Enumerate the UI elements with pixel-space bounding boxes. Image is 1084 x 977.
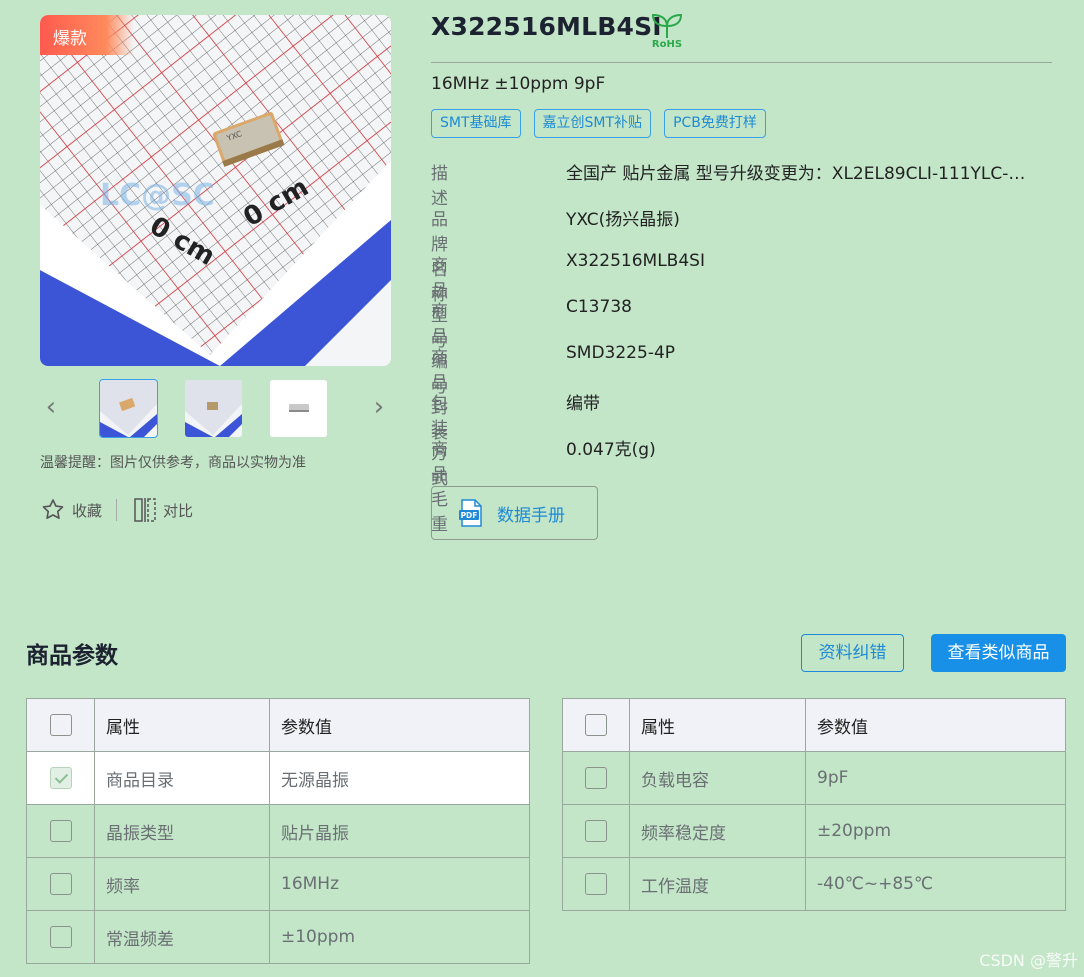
row-checkbox[interactable] — [585, 873, 607, 895]
table-row: 商品目录 无源晶振 — [26, 751, 530, 805]
table-row: 晶振类型 贴片晶振 — [26, 804, 530, 858]
favorite-button[interactable]: 收藏 — [40, 497, 102, 523]
thumbnail-1[interactable] — [99, 379, 158, 438]
compare-button[interactable]: 对比 — [133, 497, 193, 523]
column-header-attr: 属性 — [94, 698, 270, 752]
row-checkbox[interactable] — [585, 820, 607, 842]
row-checkbox[interactable] — [49, 767, 72, 789]
divider — [116, 499, 118, 521]
params-table-right: 属性 参数值 负载电容 9pF 频率稳定度 ±20ppm 工作温度 -40℃~+… — [562, 698, 1066, 911]
product-subtitle: 16MHz ±10ppm 9pF — [431, 74, 606, 94]
value-cell: 无源晶振 — [269, 751, 530, 805]
checkbox-cell — [26, 804, 95, 858]
chevron-left-icon[interactable]: ‹ — [40, 392, 62, 422]
value-cell: 9pF — [805, 751, 1066, 805]
view-similar-button[interactable]: 查看类似商品 — [931, 634, 1066, 672]
thumbnail-3[interactable] — [270, 380, 327, 437]
table-row: 工作温度 -40℃~+85℃ — [562, 857, 1066, 911]
rohs-label: RoHS — [651, 39, 683, 50]
tag-list: SMT基础库 嘉立创SMT补贴 PCB免费打样 — [431, 109, 779, 138]
tag-smt-library[interactable]: SMT基础库 — [431, 109, 521, 138]
thumbnail-image — [100, 380, 157, 437]
attr-cell: 常温频差 — [94, 910, 270, 964]
favorite-label: 收藏 — [72, 501, 103, 520]
product-main-image[interactable]: YXC 0 cm 0 cm LC@SC 爆款 — [40, 15, 391, 366]
info-value: 0.047克(g) — [566, 440, 656, 460]
checkbox-cell — [26, 857, 95, 911]
select-all-checkbox[interactable] — [49, 714, 72, 736]
value-cell: -40℃~+85℃ — [805, 857, 1066, 911]
info-value: 全国产 贴片金属 型号升级变更为：XL2EL89CLI-111YLC-16M — [566, 164, 1036, 184]
info-value: SMD3225-4P — [566, 343, 676, 363]
table-row: 频率 16MHz — [26, 857, 530, 911]
value-cell: ±20ppm — [805, 804, 1066, 858]
product-title: X322516MLB4SI — [431, 12, 662, 41]
title-divider — [431, 62, 1052, 63]
csdn-watermark: CSDN @警升 — [979, 951, 1078, 970]
attr-cell: 工作温度 — [629, 857, 806, 911]
rohs-badge: RoHS — [648, 12, 688, 52]
row-checkbox[interactable] — [49, 820, 72, 842]
compare-label: 对比 — [163, 501, 194, 520]
column-header-value: 参数值 — [805, 698, 1066, 752]
select-all-checkbox[interactable] — [585, 714, 607, 736]
pdf-icon: PDF — [459, 499, 482, 527]
header-checkbox-cell — [562, 698, 630, 752]
value-cell: 16MHz — [269, 857, 530, 911]
header-checkbox-cell — [26, 698, 95, 752]
attr-cell: 晶振类型 — [94, 804, 270, 858]
datasheet-button[interactable]: PDF 数据手册 — [431, 486, 598, 540]
table-header: 属性 参数值 — [562, 698, 1066, 752]
row-checkbox[interactable] — [49, 926, 72, 948]
table-row: 常温频差 ±10ppm — [26, 910, 530, 964]
thumbnail-2[interactable] — [185, 380, 242, 437]
datasheet-label: 数据手册 — [497, 505, 565, 526]
image-watermark: LC@SC — [100, 178, 215, 213]
table-row: 负载电容 9pF — [562, 751, 1066, 805]
info-value: X322516MLB4SI — [566, 251, 705, 271]
leaf-icon — [651, 13, 683, 38]
attr-cell: 负载电容 — [629, 751, 806, 805]
pdf-label: PDF — [461, 511, 478, 520]
table-header: 属性 参数值 — [26, 698, 530, 752]
value-cell: ±10ppm — [269, 910, 530, 964]
column-header-attr: 属性 — [629, 698, 806, 752]
checkbox-cell — [562, 751, 630, 805]
crystal-photo: YXC 0 cm 0 cm LC@SC — [40, 15, 391, 366]
info-value: 编带 — [566, 394, 600, 414]
checkbox-cell — [26, 910, 95, 964]
chevron-right-icon[interactable]: › — [368, 392, 390, 422]
hot-badge: 爆款 — [40, 15, 134, 55]
thumbnail-image — [270, 380, 327, 437]
attr-cell: 频率 — [94, 857, 270, 911]
checkbox-cell — [26, 751, 95, 805]
product-actions: 收藏 对比 — [40, 497, 193, 523]
thumbnail-strip: ‹ › — [40, 378, 391, 438]
column-header-value: 参数值 — [269, 698, 530, 752]
table-row: 频率稳定度 ±20ppm — [562, 804, 1066, 858]
star-icon — [42, 499, 64, 519]
info-value[interactable]: YXC(扬兴晶振) — [566, 205, 1036, 230]
tag-smt-subsidy[interactable]: 嘉立创SMT补贴 — [533, 109, 652, 138]
checkbox-cell — [562, 857, 630, 911]
checkbox-cell — [562, 804, 630, 858]
tag-pcb-sample[interactable]: PCB免费打样 — [664, 109, 766, 138]
attr-cell: 商品目录 — [94, 751, 270, 805]
row-checkbox[interactable] — [585, 767, 607, 789]
correction-button[interactable]: 资料纠错 — [801, 634, 904, 672]
info-key: 描述 — [431, 164, 448, 209]
compare-icon — [134, 498, 156, 522]
params-table-left: 属性 参数值 商品目录 无源晶振 晶振类型 贴片晶振 频率 16MHz 常温频差… — [26, 698, 530, 964]
attr-cell: 频率稳定度 — [629, 804, 806, 858]
value-cell: 贴片晶振 — [269, 804, 530, 858]
thumbnail-image — [185, 380, 242, 437]
row-checkbox[interactable] — [49, 873, 72, 895]
info-value: C13738 — [566, 297, 632, 317]
image-notice: 温馨提醒：图片仅供参考，商品以实物为准 — [40, 455, 306, 471]
params-title: 商品参数 — [26, 643, 118, 669]
